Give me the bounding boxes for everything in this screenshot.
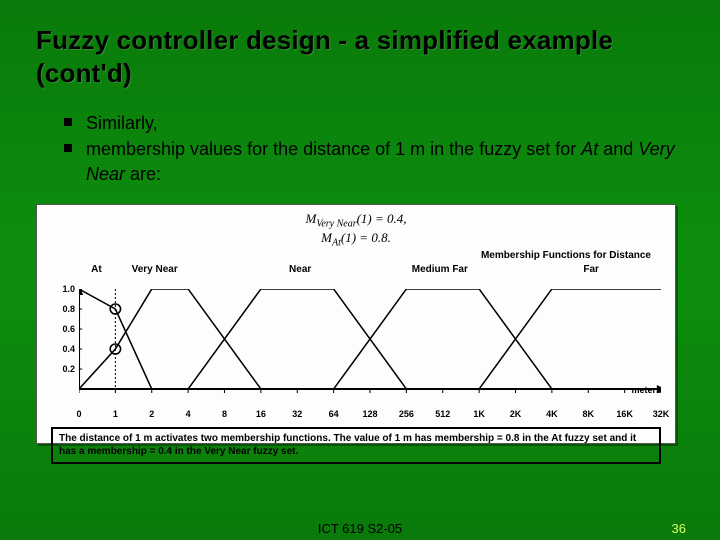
page-title: Fuzzy controller design - a simplified e… [36, 24, 684, 89]
eq-symbol: M [321, 230, 332, 245]
x-tick: 2 [149, 409, 154, 419]
bullet-list: Similarly, membership values for the dis… [64, 111, 684, 186]
chart-svg [79, 289, 661, 409]
footer-course: ICT 619 S2-05 [318, 521, 402, 536]
figure-panel: MVery Near(1) = 0.4, MAt(1) = 0.8. Membe… [36, 204, 676, 444]
fuzzy-set-labels: At Very Near Near Medium Far Far [79, 265, 661, 285]
x-tick: 32K [653, 409, 670, 419]
eq-subscript: At [332, 238, 341, 249]
x-tick: 8 [222, 409, 227, 419]
x-tick: 4 [186, 409, 191, 419]
eq-symbol: M [305, 211, 316, 226]
x-tick: 2K [510, 409, 522, 419]
x-tick: 512 [435, 409, 450, 419]
slide: Fuzzy controller design - a simplified e… [0, 0, 720, 540]
fuzzy-label-mediumfar: Medium Far [412, 265, 468, 275]
eq-subscript: Very Near [316, 218, 356, 229]
eq-rhs: (1) = 0.8. [341, 230, 391, 245]
x-tick: 1 [113, 409, 118, 419]
x-tick: 256 [399, 409, 414, 419]
x-tick: 8K [582, 409, 594, 419]
x-tick: 16K [616, 409, 633, 419]
footer-page: 36 [672, 521, 686, 536]
equation-block: MVery Near(1) = 0.4, MAt(1) = 0.8. [41, 211, 671, 250]
x-tick: 16 [256, 409, 266, 419]
bullet-text: are: [125, 164, 161, 184]
y-tick: 0.8 [62, 304, 75, 314]
figure-caption: The distance of 1 m activates two member… [51, 427, 661, 464]
y-tick: 1.0 [62, 284, 75, 294]
x-tick: 128 [362, 409, 377, 419]
fuzzy-label-near: Near [289, 265, 311, 275]
fuzzy-label-at: At [91, 265, 102, 275]
chart-heading: Membership Functions for Distance [41, 250, 671, 261]
x-tick: 1K [473, 409, 485, 419]
y-axis: 1.0 0.8 0.6 0.4 0.2 [47, 289, 75, 389]
bullet-item: Similarly, [64, 111, 684, 135]
y-tick: 0.4 [62, 344, 75, 354]
bullet-text-italic: At [581, 139, 598, 159]
x-tick: 32 [292, 409, 302, 419]
bullet-text: Similarly, [86, 113, 158, 133]
fuzzy-label-far: Far [583, 265, 599, 275]
bullet-item: membership values for the distance of 1 … [64, 137, 684, 186]
chart-area: 1.0 0.8 0.6 0.4 0.2 [79, 289, 661, 409]
bullet-text: and [598, 139, 638, 159]
bullet-text: membership values for the distance of 1 … [86, 139, 581, 159]
x-axis: 0 1 2 4 8 16 32 64 128 256 512 1K 2K 4K … [79, 409, 661, 421]
eq-rhs: (1) = 0.4, [357, 211, 407, 226]
axis-unit: meters [631, 385, 661, 395]
fuzzy-label-verynear: Very Near [132, 265, 178, 275]
x-tick: 0 [76, 409, 81, 419]
x-tick: 64 [329, 409, 339, 419]
y-tick: 0.2 [62, 364, 75, 374]
x-tick: 4K [546, 409, 558, 419]
y-tick: 0.6 [62, 324, 75, 334]
